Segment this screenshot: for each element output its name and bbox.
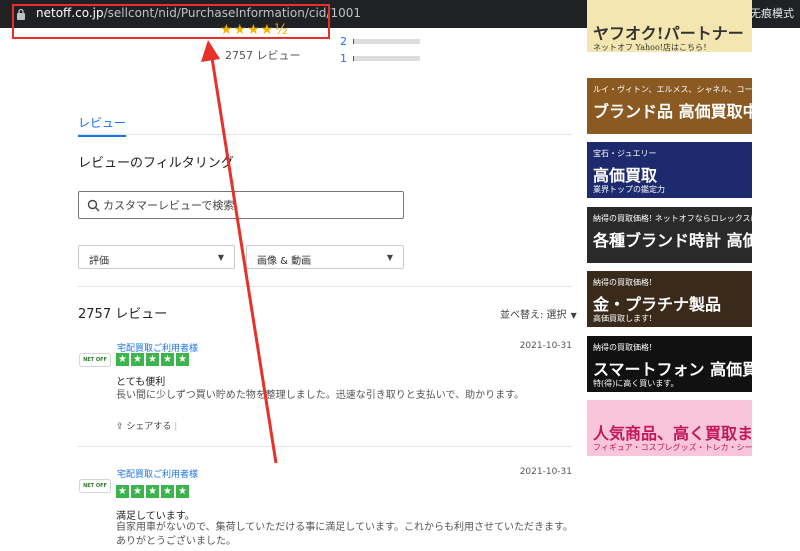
share-button[interactable]: ⇪ シェアする | bbox=[116, 419, 177, 432]
rating-bar-fill bbox=[353, 39, 355, 44]
rating-row-label[interactable]: 1 bbox=[340, 52, 347, 65]
search-input[interactable] bbox=[103, 195, 398, 215]
share-label: シェアする bbox=[126, 422, 172, 432]
review-stars: ★ ★ ★ ★ ★ bbox=[116, 353, 189, 366]
promo-banner[interactable]: ルイ・ヴィトン、エルメス、シャネル、コーチ、グッチブランド品 高価買取中 bbox=[587, 78, 752, 134]
review-date: 2021-10-31 bbox=[519, 341, 572, 351]
banner-headline: 高価買取 bbox=[593, 166, 658, 185]
summary-review-count: 2757 レビュー bbox=[225, 49, 301, 62]
star-icon: ★ bbox=[116, 353, 129, 366]
media-filter-label: 画像 & 動画 bbox=[257, 256, 312, 267]
star-icon: ★ bbox=[146, 353, 159, 366]
review-body: 自家用車がないので、集荷していただける事に満足しています。これからも利用させてい… bbox=[116, 522, 573, 547]
sort-label: 並べ替え: 選択 bbox=[500, 310, 567, 321]
banner-line-caption: 高価買取します! bbox=[593, 314, 653, 323]
banner-line-small: 納得の買取価格! bbox=[593, 278, 653, 287]
review-item: NET OFF 宅配買取ご利用者様 2021-10-31 ★ ★ ★ ★ ★ と… bbox=[78, 341, 572, 441]
star-icon: ★ bbox=[116, 485, 129, 498]
rating-filter-dropdown[interactable]: 評価 ▼ bbox=[78, 245, 235, 269]
divider bbox=[78, 286, 572, 287]
review-item: NET OFF 宅配買取ご利用者様 2021-10-31 ★ ★ ★ ★ ★ 満… bbox=[78, 467, 573, 551]
review-title: 満足しています。 bbox=[116, 511, 195, 522]
promo-banner[interactable]: 納得の買取価格! スマートフォン 高価買取中!特(得)に高く買います。 bbox=[587, 336, 752, 392]
promo-banner[interactable]: 人気商品、高く買取ます!フィギュア・コスプレグッズ・トレカ・シール・萌えグッズ bbox=[587, 400, 752, 456]
banner-headline: ヤフオク!パートナー bbox=[593, 24, 744, 43]
divider bbox=[78, 446, 572, 447]
rating-bar[interactable] bbox=[353, 56, 420, 61]
star-icon: ★ bbox=[161, 353, 174, 366]
review-body: 長い間に少しずつ買い貯めた物を整理しました。迅速な引き取りと支払いで、助かります… bbox=[116, 390, 525, 401]
star-icon: ★ bbox=[176, 353, 189, 366]
reviewer-logo: NET OFF bbox=[79, 353, 111, 367]
reviewer-logo: NET OFF bbox=[79, 479, 111, 493]
banner-headline: ブランド品 高価買取中 bbox=[593, 102, 752, 121]
share-icon: ⇪ bbox=[116, 422, 127, 432]
banner-line-caption: フィギュア・コスプレグッズ・トレカ・シール・萌えグッズ bbox=[593, 443, 752, 452]
rating-filter-label: 評価 bbox=[89, 256, 109, 267]
promo-banner[interactable]: 納得の買取価格! 金・プラチナ製品 高価買取します! bbox=[587, 271, 752, 327]
star-icon: ★ bbox=[161, 485, 174, 498]
chevron-down-icon: ▼ bbox=[570, 311, 577, 320]
banner-line-small: ルイ・ヴィトン、エルメス、シャネル、コーチ、グッチ bbox=[593, 85, 752, 94]
media-filter-dropdown[interactable]: 画像 & 動画 ▼ bbox=[246, 245, 404, 269]
banner-headline: 各種ブランド時計 高価買取中! bbox=[593, 231, 752, 250]
chevron-down-icon: ▼ bbox=[386, 253, 393, 262]
tab-divider bbox=[78, 134, 572, 135]
filter-title: レビューのフィルタリング bbox=[78, 156, 234, 171]
chevron-down-icon: ▼ bbox=[217, 253, 224, 262]
banner-line-small: 納得の買取価格! bbox=[593, 343, 653, 352]
star-icon: ★ bbox=[131, 353, 144, 366]
promo-banner[interactable]: 宝石・ジュエリー高価買取 業界トップの鑑定力 bbox=[587, 142, 752, 198]
search-field[interactable] bbox=[78, 191, 404, 219]
reviewer-name: 宅配買取ご利用者様 bbox=[117, 470, 199, 480]
review-stars: ★ ★ ★ ★ ★ bbox=[116, 485, 189, 498]
banner-headline: 金・プラチナ製品 bbox=[593, 295, 722, 314]
rating-row-label[interactable]: 2 bbox=[340, 35, 347, 48]
rating-bar[interactable] bbox=[353, 39, 420, 44]
promo-banner[interactable]: ヤフオク!パートナー ネットオフ Yahoo!店はこちら！ bbox=[587, 0, 752, 52]
banner-line-small: 宝石・ジュエリー bbox=[593, 149, 657, 158]
review-title: とても便利 bbox=[116, 377, 166, 388]
review-date: 2021-10-31 bbox=[519, 467, 572, 477]
promo-banner[interactable]: 納得の買取価格! ネットオフならロレックスはもちろん各種ブランド時計 高価買取中… bbox=[587, 207, 752, 263]
annotation-highlight-box bbox=[12, 4, 330, 39]
banner-line-small: 納得の買取価格! ネットオフならロレックスはもちろん bbox=[593, 214, 752, 223]
star-icon: ★ bbox=[146, 485, 159, 498]
search-icon bbox=[87, 199, 100, 212]
banner-line-caption: ネットオフ Yahoo!店はこちら！ bbox=[593, 43, 711, 52]
star-icon: ★ bbox=[176, 485, 189, 498]
banner-headline: スマートフォン 高価買取中! bbox=[593, 360, 752, 379]
banner-line-caption: 業界トップの鑑定力 bbox=[593, 185, 665, 194]
banner-headline: 人気商品、高く買取ます! bbox=[593, 424, 752, 443]
profile-label: 无痕模式（E bbox=[750, 7, 800, 20]
banner-line-caption: 特(得)に高く買います。 bbox=[593, 379, 679, 388]
rating-bar-fill bbox=[353, 56, 354, 61]
review-count-heading: 2757 レビュー bbox=[78, 307, 168, 322]
star-icon: ★ bbox=[131, 485, 144, 498]
sort-dropdown[interactable]: 並べ替え: 選択 ▼ bbox=[500, 306, 577, 321]
